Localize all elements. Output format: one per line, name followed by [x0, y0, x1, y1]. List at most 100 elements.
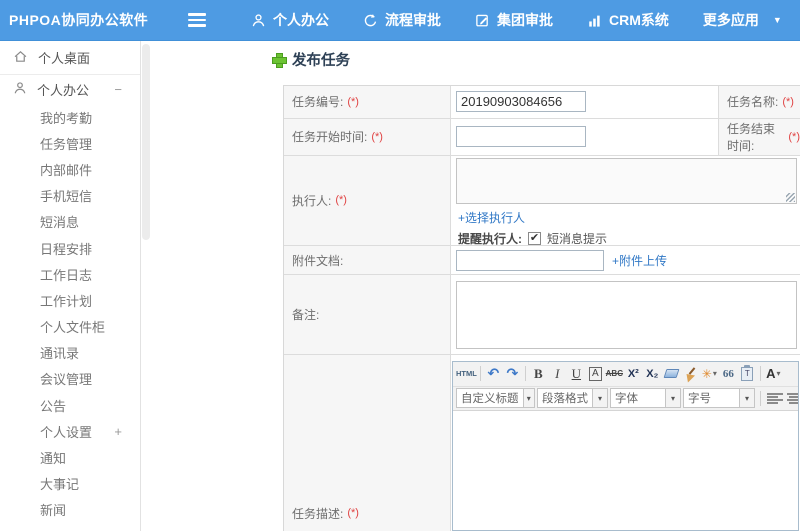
caret-down-icon: ▼ — [772, 15, 782, 25]
strikethrough-button[interactable]: ABC — [605, 364, 624, 384]
nav-label: 流程审批 — [385, 12, 441, 28]
required-mark: (*) — [347, 95, 359, 108]
paste-button[interactable]: T — [738, 364, 757, 384]
caret-down-icon: ▾ — [522, 389, 534, 408]
html-source-button[interactable]: HTML — [456, 364, 477, 384]
editor-content-area[interactable] — [453, 410, 798, 530]
font-color-button[interactable]: A ▾ — [764, 364, 783, 384]
bold-button[interactable]: B — [529, 364, 548, 384]
effects-button[interactable]: ✳ ▾ — [700, 364, 719, 384]
required-mark: (*) — [347, 507, 359, 520]
form-row-task-number: 任务编号: (*) 任务名称: (*) — [284, 86, 800, 119]
sms-remind-checkbox-label: 短消息提示 — [547, 232, 608, 247]
main-nav: 个人办公 流程审批 集团审批 CRM系统 更多应用 ▼ — [234, 0, 799, 41]
custom-title-dropdown[interactable]: 自定义标题 ▾ — [456, 388, 535, 409]
home-icon — [13, 49, 28, 67]
process-icon — [363, 13, 378, 28]
nav-label: CRM系统 — [609, 12, 669, 28]
expand-icon[interactable]: + — [114, 424, 122, 439]
executor-textarea[interactable] — [456, 158, 797, 205]
sidebar-item-internal-mail[interactable]: 内部邮件 — [0, 156, 140, 182]
start-time-input[interactable] — [456, 126, 586, 148]
font-style-button[interactable]: A — [586, 364, 605, 384]
sidebar-scrollbar-thumb[interactable] — [142, 44, 150, 240]
caret-down-icon: ▾ — [665, 389, 680, 408]
sidebar-item-work-plan[interactable]: 工作计划 — [0, 287, 140, 313]
sidebar-item-file-cabinet[interactable]: 个人文件柜 — [0, 314, 140, 340]
sidebar-item-attendance[interactable]: 我的考勤 — [0, 104, 140, 130]
top-bar: PHPOA协同办公软件 个人办公 流程审批 集团审批 CRM系统 更多应用 ▼ — [0, 0, 800, 41]
task-number-input[interactable] — [456, 91, 586, 113]
select-executor-link[interactable]: +选择执行人 — [458, 209, 525, 226]
publish-task-form: 任务编号: (*) 任务名称: (*) 任务开始时间: (*) 任务结束时间: — [283, 85, 800, 531]
align-center-icon[interactable] — [787, 392, 798, 405]
bar-chart-icon — [587, 13, 602, 28]
sidebar-menu: 我的考勤 任务管理 内部邮件 手机短信 短消息 日程安排 工作日志 工作计划 个… — [0, 104, 140, 523]
broom-icon — [683, 367, 697, 381]
subscript-button[interactable]: X₂ — [643, 364, 662, 384]
align-left-icon[interactable] — [767, 392, 783, 405]
redo-icon[interactable]: ↷ — [503, 364, 522, 384]
remark-label: 备注: — [292, 308, 320, 323]
sidebar-item-short-message[interactable]: 短消息 — [0, 209, 140, 235]
paragraph-format-dropdown[interactable]: 段落格式 ▾ — [537, 388, 608, 409]
nav-process-approval[interactable]: 流程审批 — [346, 0, 458, 41]
remark-textarea[interactable] — [456, 280, 797, 349]
form-row-start-time: 任务开始时间: (*) 任务结束时间: (*) — [284, 118, 800, 156]
description-label: 任务描述: — [292, 506, 344, 521]
eraser-button[interactable] — [662, 364, 681, 384]
nav-crm-system[interactable]: CRM系统 — [570, 0, 686, 41]
task-number-label: 任务编号: — [292, 95, 344, 110]
caret-down-icon: ▾ — [592, 389, 607, 408]
page-title: 发布任务 — [272, 49, 350, 70]
sidebar-item-work-log[interactable]: 工作日志 — [0, 261, 140, 287]
required-mark: (*) — [371, 130, 383, 143]
form-row-executor: 执行人: (*) +选择执行人 提醒执行人: ✔ 短消息提示 — [284, 155, 800, 247]
format-brush-button[interactable] — [681, 364, 700, 384]
caret-down-icon: ▾ — [739, 389, 754, 408]
task-name-label: 任务名称: — [727, 95, 779, 110]
sidebar-item-meeting-management[interactable]: 会议管理 — [0, 366, 140, 392]
sms-remind-checkbox[interactable]: ✔ — [528, 232, 541, 246]
required-mark: (*) — [788, 130, 800, 143]
sidebar-item-announcement[interactable]: 公告 — [0, 392, 140, 418]
required-mark: (*) — [782, 95, 794, 108]
edit-square-icon — [475, 13, 490, 28]
font-family-dropdown[interactable]: 字体 ▾ — [610, 388, 681, 409]
underline-button[interactable]: U — [567, 364, 586, 384]
attachment-upload-link[interactable]: +附件上传 — [612, 252, 667, 269]
sidebar-item-major-events[interactable]: 大事记 — [0, 471, 140, 497]
attachment-label: 附件文档: — [292, 253, 344, 268]
sidebar-item-schedule[interactable]: 日程安排 — [0, 235, 140, 261]
sidebar-item-task-management[interactable]: 任务管理 — [0, 130, 140, 156]
sidebar-item-mobile-sms[interactable]: 手机短信 — [0, 183, 140, 209]
user-icon — [251, 13, 266, 28]
sidebar-item-label: 个人桌面 — [38, 51, 91, 66]
italic-button[interactable]: I — [548, 364, 567, 384]
nav-label: 个人办公 — [273, 12, 329, 28]
executor-label: 执行人: — [292, 193, 332, 208]
sidebar-item-contacts[interactable]: 通讯录 — [0, 340, 140, 366]
undo-icon[interactable]: ↶ — [484, 364, 503, 384]
collapse-icon[interactable]: − — [114, 82, 122, 97]
nav-more-apps[interactable]: 更多应用 ▼ — [686, 0, 799, 41]
remind-executor-label: 提醒执行人: — [458, 232, 522, 247]
resize-grip-icon[interactable] — [786, 193, 795, 203]
sidebar-item-personal-settings[interactable]: 个人设置 + — [0, 418, 140, 444]
menu-toggle-icon[interactable] — [188, 13, 206, 27]
sidebar-item-news[interactable]: 新闻 — [0, 497, 140, 523]
sidebar-item-personal-office[interactable]: 个人办公 − — [0, 75, 140, 104]
sidebar-item-notification[interactable]: 通知 — [0, 444, 140, 470]
font-size-dropdown[interactable]: 字号 ▾ — [683, 388, 755, 409]
editor-toolbar-row1: HTML ↶ ↷ B I U A ABC X² X₂ ✳ ▾ 66 T A ▾ — [453, 361, 798, 387]
nav-group-approval[interactable]: 集团审批 — [458, 0, 570, 41]
rich-text-editor: HTML ↶ ↷ B I U A ABC X² X₂ ✳ ▾ 66 T A ▾ … — [452, 360, 799, 531]
superscript-button[interactable]: X² — [624, 364, 643, 384]
user-icon — [13, 81, 27, 98]
nav-personal-office[interactable]: 个人办公 — [234, 0, 346, 41]
end-time-label: 任务结束时间: — [727, 121, 776, 153]
blockquote-button[interactable]: 66 — [719, 364, 738, 384]
attachment-input[interactable] — [456, 249, 604, 271]
sidebar-item-desktop[interactable]: 个人桌面 — [0, 41, 140, 74]
required-mark: (*) — [335, 194, 347, 207]
